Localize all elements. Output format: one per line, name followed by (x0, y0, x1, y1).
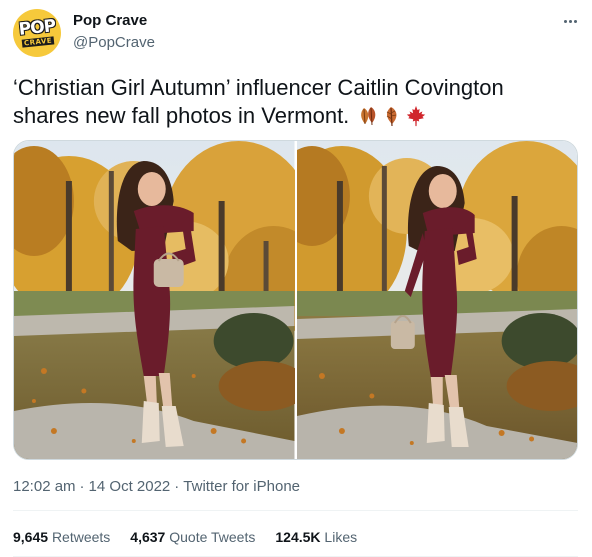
retweets-label: Retweets (51, 529, 111, 545)
more-dot (563, 19, 567, 23)
meta-separator: · (79, 478, 85, 495)
more-options-button[interactable] (556, 10, 584, 32)
quote-tweets-label: Quote Tweets (169, 529, 256, 545)
display-name[interactable]: Pop Crave (73, 12, 147, 29)
tweet-photo-1[interactable] (14, 141, 295, 459)
divider (13, 510, 578, 511)
engagement-stats: 9,645 Retweets 4,637 Quote Tweets 124.5K… (13, 529, 357, 545)
fallen-leaf-icon (361, 107, 376, 126)
user-handle[interactable]: @PopCrave (73, 34, 155, 51)
photo-2-image (296, 141, 577, 459)
tweet-text: ‘Christian Girl Autumn’ influencer Caitl… (13, 74, 573, 130)
quote-tweets-count: 4,637 (130, 529, 166, 545)
tweet-date[interactable]: 14 Oct 2022 (89, 478, 171, 495)
quote-tweets-stat[interactable]: 4,637 Quote Tweets (130, 529, 255, 545)
tweet-time[interactable]: 12:02 am (13, 478, 76, 495)
likes-label: Likes (324, 529, 358, 545)
tweet-card: POP CRAVE Pop Crave @PopCrave ‘Christian… (0, 0, 592, 557)
more-dot (573, 19, 577, 23)
tweet-photo-2[interactable] (296, 141, 577, 459)
more-dot (568, 19, 572, 23)
meta-separator: · (174, 478, 180, 495)
retweets-stat[interactable]: 9,645 Retweets (13, 529, 110, 545)
tweet-source[interactable]: Twitter for iPhone (183, 478, 300, 495)
tweet-meta: 12:02 am · 14 Oct 2022 · Twitter for iPh… (13, 478, 300, 495)
maple-leaf-icon (407, 105, 426, 127)
retweets-count: 9,645 (13, 529, 49, 545)
media-grid (13, 140, 578, 460)
tweet-body: ‘Christian Girl Autumn’ influencer Caitl… (13, 75, 504, 128)
likes-count: 124.5K (275, 529, 321, 545)
fallen-leaf-icon (387, 107, 397, 127)
likes-stat[interactable]: 124.5K Likes (275, 529, 357, 545)
photo-1-image (14, 141, 295, 459)
avatar[interactable]: POP CRAVE (13, 9, 61, 57)
